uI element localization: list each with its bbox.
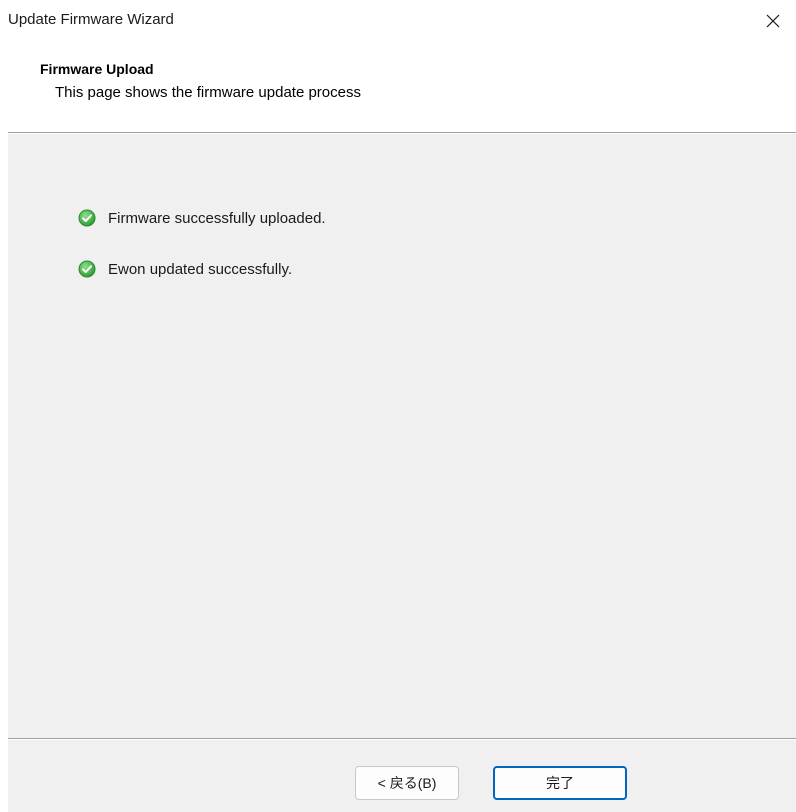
status-text: Ewon updated successfully. — [108, 260, 292, 278]
wizard-header: Firmware Upload This page shows the firm… — [0, 44, 796, 132]
finish-button[interactable]: 完了 — [493, 766, 627, 800]
page-subtitle: This page shows the firmware update proc… — [55, 84, 361, 101]
check-circle-icon — [78, 209, 96, 227]
title-bar: Update Firmware Wizard — [0, 0, 796, 44]
wizard-window: Update Firmware Wizard Firmware Upload T… — [0, 0, 796, 812]
status-item: Ewon updated successfully. — [78, 258, 292, 280]
check-circle-icon — [78, 260, 96, 278]
close-icon — [766, 14, 780, 28]
close-button[interactable] — [750, 0, 796, 42]
status-text: Firmware successfully uploaded. — [108, 209, 326, 227]
window-title: Update Firmware Wizard — [8, 11, 174, 28]
back-button[interactable]: < 戻る(B) — [355, 766, 459, 800]
wizard-content: Firmware successfully uploaded. Ewon upd… — [8, 134, 796, 738]
page-title: Firmware Upload — [40, 61, 154, 77]
footer-divider-highlight — [8, 739, 796, 740]
status-item: Firmware successfully uploaded. — [78, 207, 326, 229]
